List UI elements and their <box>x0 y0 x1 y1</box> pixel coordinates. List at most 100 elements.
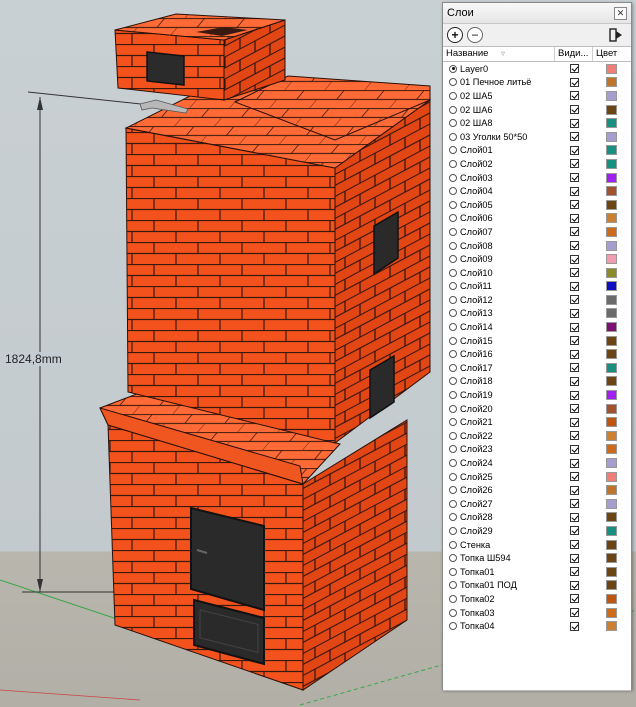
visibility-checkbox[interactable] <box>569 404 579 414</box>
visibility-checkbox[interactable] <box>569 485 579 495</box>
color-swatch[interactable] <box>605 240 617 251</box>
layer-name[interactable]: 02 ША6 <box>460 105 492 115</box>
layer-row[interactable]: 02 ША6 <box>443 103 631 117</box>
layer-name[interactable]: Слой23 <box>460 444 493 454</box>
layer-name[interactable]: Слой19 <box>460 390 493 400</box>
layer-name[interactable]: Layer0 <box>460 64 488 74</box>
layer-row[interactable]: Топка03 <box>443 606 631 620</box>
color-swatch[interactable] <box>605 158 617 169</box>
visibility-checkbox[interactable] <box>569 526 579 536</box>
layer-name[interactable]: Слой16 <box>460 349 493 359</box>
layer-row[interactable]: 02 ША8 <box>443 116 631 130</box>
active-layer-radio[interactable] <box>449 472 457 481</box>
visibility-checkbox[interactable] <box>569 77 579 87</box>
layer-name[interactable]: 02 ША5 <box>460 91 492 101</box>
visibility-checkbox[interactable] <box>569 553 579 563</box>
visibility-checkbox[interactable] <box>569 254 579 264</box>
layer-row[interactable]: Слой03 <box>443 171 631 185</box>
layer-name[interactable]: Слой10 <box>460 268 493 278</box>
layer-row[interactable]: Слой21 <box>443 415 631 429</box>
layer-row[interactable]: Слой14 <box>443 320 631 334</box>
color-swatch[interactable] <box>605 593 617 604</box>
layer-row[interactable]: Топка01 <box>443 565 631 579</box>
layer-row[interactable]: Слой25 <box>443 470 631 484</box>
active-layer-radio[interactable] <box>449 268 457 277</box>
active-layer-radio[interactable] <box>449 64 457 73</box>
color-swatch[interactable] <box>605 362 617 373</box>
visibility-checkbox[interactable] <box>569 594 579 604</box>
layer-row[interactable]: Слой12 <box>443 293 631 307</box>
active-layer-radio[interactable] <box>449 350 457 359</box>
color-swatch[interactable] <box>605 118 617 129</box>
color-swatch[interactable] <box>605 444 617 455</box>
layer-name[interactable]: Топка01 <box>460 567 495 577</box>
visibility-checkbox[interactable] <box>569 417 579 427</box>
layer-name[interactable]: Слой21 <box>460 417 493 427</box>
visibility-checkbox[interactable] <box>569 431 579 441</box>
active-layer-radio[interactable] <box>449 404 457 413</box>
active-layer-radio[interactable] <box>449 323 457 332</box>
layer-name[interactable]: Слой17 <box>460 363 493 373</box>
layer-name[interactable]: Слой03 <box>460 173 493 183</box>
layer-row[interactable]: Слой29 <box>443 524 631 538</box>
layer-name[interactable]: Слой08 <box>460 241 493 251</box>
layer-name[interactable]: Слой15 <box>460 336 493 346</box>
color-swatch[interactable] <box>605 430 617 441</box>
active-layer-radio[interactable] <box>449 91 457 100</box>
color-swatch[interactable] <box>605 498 617 509</box>
visibility-checkbox[interactable] <box>569 227 579 237</box>
layer-row[interactable]: Слой11 <box>443 280 631 294</box>
visibility-checkbox[interactable] <box>569 458 579 468</box>
visibility-checkbox[interactable] <box>569 540 579 550</box>
layer-name[interactable]: Топка03 <box>460 608 495 618</box>
visibility-checkbox[interactable] <box>569 281 579 291</box>
layer-name[interactable]: Слой13 <box>460 308 493 318</box>
layer-name[interactable]: Слой07 <box>460 227 493 237</box>
active-layer-radio[interactable] <box>449 132 457 141</box>
layer-row[interactable]: Стенка <box>443 538 631 552</box>
layer-name[interactable]: Топка Ш594 <box>460 553 511 563</box>
active-layer-radio[interactable] <box>449 336 457 345</box>
color-swatch[interactable] <box>605 580 617 591</box>
plus-circle-icon[interactable]: + <box>447 27 463 43</box>
visibility-checkbox[interactable] <box>569 200 579 210</box>
visibility-checkbox[interactable] <box>569 472 579 482</box>
visibility-checkbox[interactable] <box>569 173 579 183</box>
color-swatch[interactable] <box>605 553 617 564</box>
visibility-checkbox[interactable] <box>569 512 579 522</box>
color-swatch[interactable] <box>605 63 617 74</box>
layer-row[interactable]: 02 ША5 <box>443 89 631 103</box>
layer-row[interactable]: Топка04 <box>443 619 631 633</box>
visibility-checkbox[interactable] <box>569 376 579 386</box>
layer-name[interactable]: Слой02 <box>460 159 493 169</box>
layer-name[interactable]: Топка02 <box>460 594 495 604</box>
layer-name[interactable]: Слой25 <box>460 472 493 482</box>
color-swatch[interactable] <box>605 281 617 292</box>
active-layer-radio[interactable] <box>449 363 457 372</box>
active-layer-radio[interactable] <box>449 173 457 182</box>
active-layer-radio[interactable] <box>449 486 457 495</box>
visibility-checkbox[interactable] <box>569 336 579 346</box>
layer-row[interactable]: Слой24 <box>443 456 631 470</box>
active-layer-radio[interactable] <box>449 227 457 236</box>
color-swatch[interactable] <box>605 131 617 142</box>
layer-row[interactable]: Слой01 <box>443 144 631 158</box>
visibility-checkbox[interactable] <box>569 308 579 318</box>
active-layer-radio[interactable] <box>449 295 457 304</box>
color-swatch[interactable] <box>605 621 617 632</box>
color-swatch[interactable] <box>605 254 617 265</box>
visibility-checkbox[interactable] <box>569 295 579 305</box>
active-layer-radio[interactable] <box>449 255 457 264</box>
layer-row[interactable]: Топка Ш594 <box>443 551 631 565</box>
color-swatch[interactable] <box>605 417 617 428</box>
color-swatch[interactable] <box>605 213 617 224</box>
active-layer-radio[interactable] <box>449 282 457 291</box>
color-swatch[interactable] <box>605 322 617 333</box>
visibility-checkbox[interactable] <box>569 186 579 196</box>
color-swatch[interactable] <box>605 199 617 210</box>
layer-name[interactable]: Слой14 <box>460 322 493 332</box>
layer-row[interactable]: Слой05 <box>443 198 631 212</box>
visibility-checkbox[interactable] <box>569 213 579 223</box>
active-layer-radio[interactable] <box>449 513 457 522</box>
color-swatch[interactable] <box>605 172 617 183</box>
